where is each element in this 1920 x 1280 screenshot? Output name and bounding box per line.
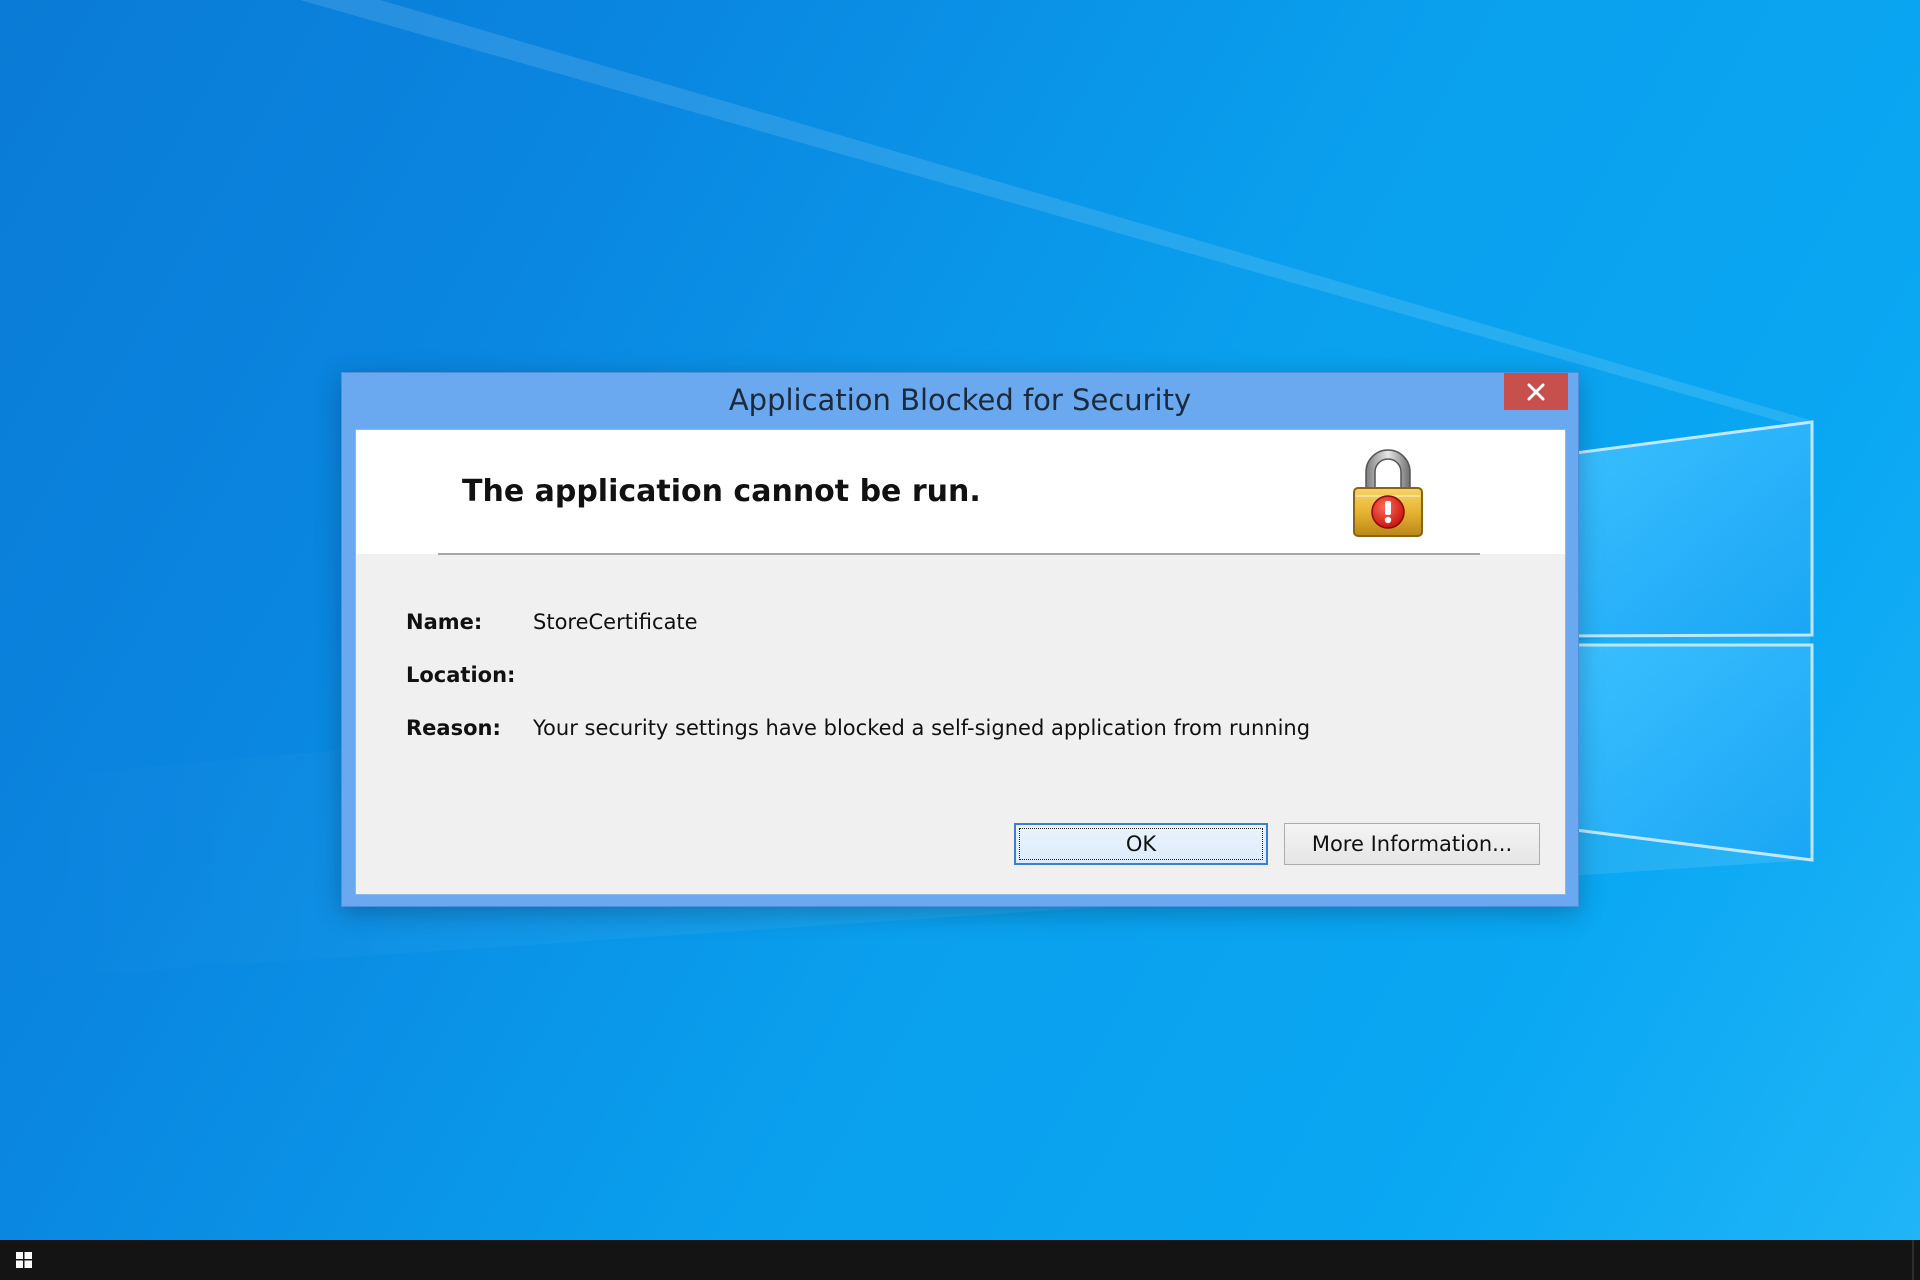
start-button[interactable] [0, 1240, 48, 1280]
dialog-titlebar[interactable]: Application Blocked for Security [342, 373, 1578, 429]
reason-label: Reason: [406, 716, 501, 740]
close-button[interactable] [1504, 373, 1568, 410]
dialog-title: Application Blocked for Security [728, 383, 1192, 417]
header-separator [438, 553, 1480, 555]
ok-button[interactable]: OK [1014, 823, 1268, 865]
close-icon [1527, 383, 1545, 400]
show-desktop-button[interactable] [1912, 1240, 1914, 1280]
name-label: Name: [406, 610, 483, 634]
more-information-button[interactable]: More Information... [1284, 823, 1540, 865]
taskbar [0, 1240, 1920, 1280]
name-value: StoreCertificate [533, 610, 698, 634]
header-band: The application cannot be run. [356, 430, 1565, 554]
windows-logo-icon [16, 1252, 32, 1268]
dialog-body: The application cannot be run. Name: Sto… [355, 429, 1566, 895]
reason-value: Your security settings have blocked a se… [533, 716, 1311, 740]
header-title: The application cannot be run. [462, 474, 981, 509]
desktop: Application Blocked for Security The app… [0, 0, 1920, 1240]
security-dialog: Application Blocked for Security The app… [341, 372, 1579, 907]
location-label: Location: [406, 663, 516, 687]
padlock-warning-icon [1353, 449, 1423, 537]
